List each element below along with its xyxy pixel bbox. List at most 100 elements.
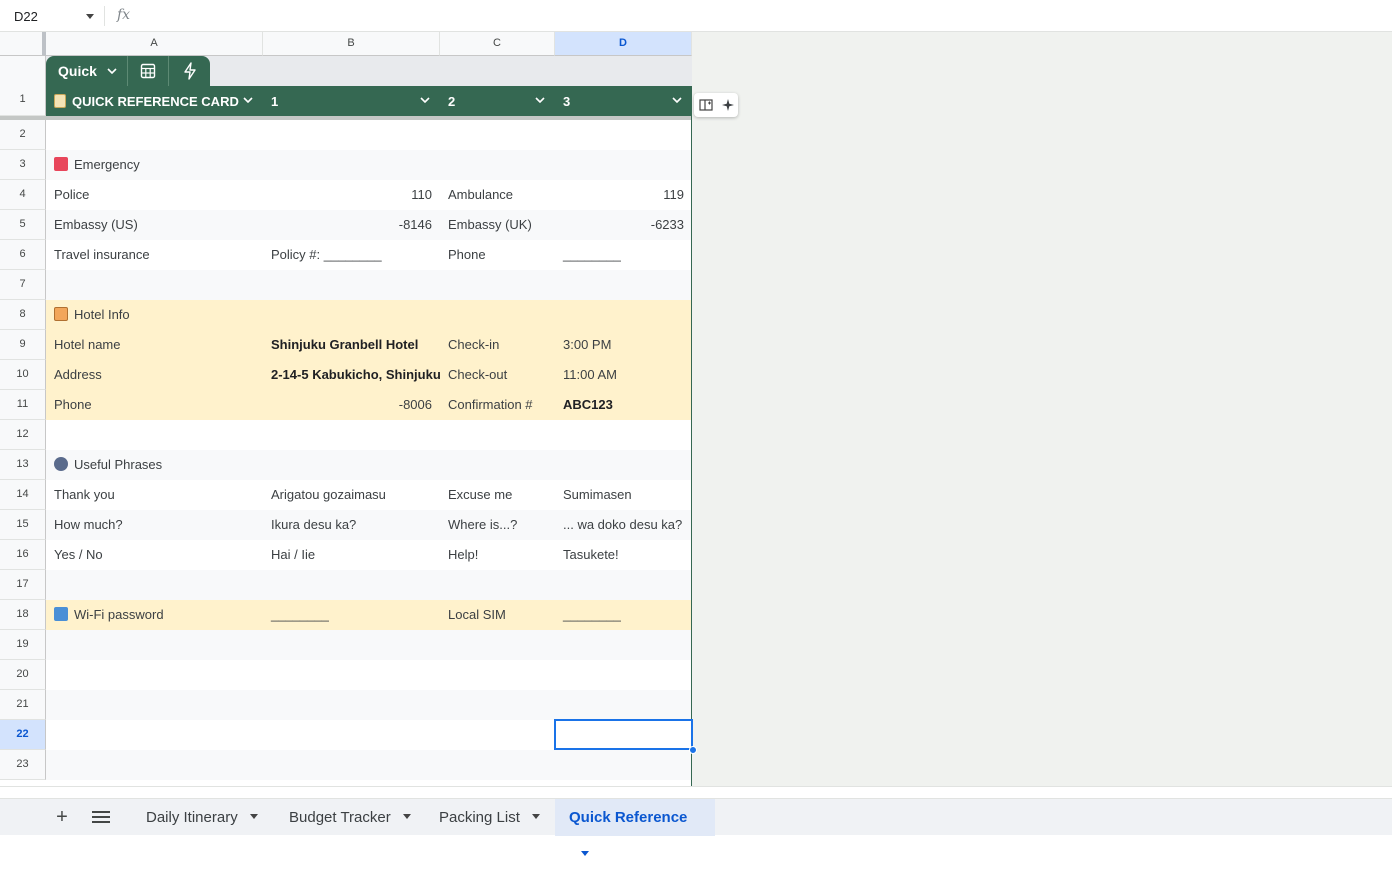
row-header-15[interactable]: 15 [0,510,46,540]
cell[interactable]: ________ [555,240,692,270]
name-box-dropdown-icon[interactable] [86,14,94,19]
row-header-10[interactable]: 10 [0,360,46,390]
cell[interactable]: Embassy (UK) [440,210,555,240]
row-header-7[interactable]: 7 [0,270,46,300]
sparkle-icon[interactable] [721,99,734,111]
cell[interactable]: Sumimasen [555,480,692,510]
row-header-5[interactable]: 5 [0,210,46,240]
cell[interactable]: Check-in [440,330,555,360]
row-header-2[interactable]: 2 [0,120,46,150]
cell[interactable]: Hai / Iie [263,540,440,570]
column-layout-icon[interactable] [698,99,713,111]
cell[interactable]: 110 [263,180,440,210]
cell[interactable]: Hotel name [46,330,263,360]
chevron-down-icon[interactable] [243,97,253,103]
row-header-4[interactable]: 4 [0,180,46,210]
fill-handle[interactable] [689,746,697,754]
chevron-down-icon[interactable] [535,97,545,103]
cell[interactable]: Address [46,360,263,390]
cell[interactable]: 3:00 PM [555,330,692,360]
horizontal-scrollbar[interactable] [0,786,1392,798]
row-header-9[interactable]: 9 [0,330,46,360]
chevron-down-icon[interactable] [420,97,430,103]
row-header-12[interactable]: 12 [0,420,46,450]
caret-down-icon[interactable] [531,814,540,819]
cell[interactable]: Ambulance [440,180,555,210]
caret-down-icon[interactable] [581,851,589,856]
cell[interactable]: ________ [555,600,692,630]
row-header-22[interactable]: 22 [0,720,46,750]
row-header-21[interactable]: 21 [0,690,46,720]
cell[interactable]: Ikura desu ka? [263,510,440,540]
section-title-hotel[interactable]: Hotel Info [46,300,263,330]
row-header-16[interactable]: 16 [0,540,46,570]
chevron-down-icon[interactable] [672,97,682,103]
cell[interactable]: ... wa doko desu ka? [555,510,692,540]
table-header-a[interactable]: QUICK REFERENCE CARD [46,86,263,116]
cell[interactable]: Travel insurance [46,240,263,270]
section-title-phrases[interactable]: Useful Phrases [46,450,263,480]
sheet-tab-quick-reference[interactable]: Quick Reference [555,799,715,856]
cell[interactable]: -8006 [263,390,440,420]
cell[interactable]: Excuse me [440,480,555,510]
cell[interactable]: Shinjuku Granbell Hotel [263,330,440,360]
row-header-1[interactable]: 1 [0,56,46,116]
row-header-11[interactable]: 11 [0,390,46,420]
cell[interactable]: ABC123 [555,390,692,420]
table-header-b[interactable]: 1 [263,86,440,116]
cell[interactable]: Police [46,180,263,210]
section-title-emergency[interactable]: Emergency [46,150,263,180]
cell[interactable]: Phone [440,240,555,270]
cell[interactable]: Phone [46,390,263,420]
table-calculator-button[interactable] [128,56,169,86]
row-header-14[interactable]: 14 [0,480,46,510]
row-header-23[interactable]: 23 [0,750,46,780]
add-sheet-button[interactable]: + [52,807,72,827]
cell[interactable]: How much? [46,510,263,540]
column-header-d[interactable]: D [555,32,692,56]
cell[interactable]: Tasukete! [555,540,692,570]
cell[interactable]: Local SIM [440,600,555,630]
sheet-tab-budget-tracker[interactable]: Budget Tracker [275,799,425,836]
cell[interactable]: ________ [263,600,440,630]
cell[interactable]: 119 [555,180,692,210]
cell[interactable]: Policy #: ________ [263,240,440,270]
row-header-18[interactable]: 18 [0,600,46,630]
cell[interactable]: Arigatou gozaimasu [263,480,440,510]
caret-down-icon[interactable] [249,814,258,819]
cell[interactable]: -6233 [555,210,692,240]
select-all-corner[interactable] [0,32,46,56]
speaking-head-icon [54,457,68,471]
table-header-c[interactable]: 2 [440,86,555,116]
row-header-8[interactable]: 8 [0,300,46,330]
cell[interactable]: Yes / No [46,540,263,570]
sheet-tab-daily-itinerary[interactable]: Daily Itinerary [132,799,272,836]
cell[interactable]: Thank you [46,480,263,510]
row-header-20[interactable]: 20 [0,660,46,690]
row-header-13[interactable]: 13 [0,450,46,480]
row-header-3[interactable]: 3 [0,150,46,180]
cell[interactable]: Confirmation # [440,390,555,420]
row-header-6[interactable]: 6 [0,240,46,270]
table-header-d[interactable]: 3 [555,86,692,116]
selected-cell-d22[interactable] [554,719,693,750]
column-header-c[interactable]: C [440,32,555,56]
table-automation-button[interactable] [169,56,210,86]
sheet-tab-packing-list[interactable]: Packing List [425,799,554,836]
cell[interactable]: Where is...? [440,510,555,540]
cell[interactable]: -8146 [263,210,440,240]
table-name-button[interactable]: Quick [46,56,128,86]
all-sheets-button[interactable] [92,808,110,826]
cell[interactable]: 11:00 AM [555,360,692,390]
column-header-b[interactable]: B [263,32,440,56]
row-header-19[interactable]: 19 [0,630,46,660]
caret-down-icon[interactable] [402,814,411,819]
cell[interactable]: Embassy (US) [46,210,263,240]
column-header-a[interactable]: A [46,32,263,56]
cell[interactable]: 2-14-5 Kabukicho, Shinjuku [263,360,440,390]
cell[interactable]: Help! [440,540,555,570]
section-title-wifi[interactable]: Wi-Fi password [46,600,263,630]
name-box[interactable]: D22 [14,9,38,24]
cell[interactable]: Check-out [440,360,555,390]
row-header-17[interactable]: 17 [0,570,46,600]
